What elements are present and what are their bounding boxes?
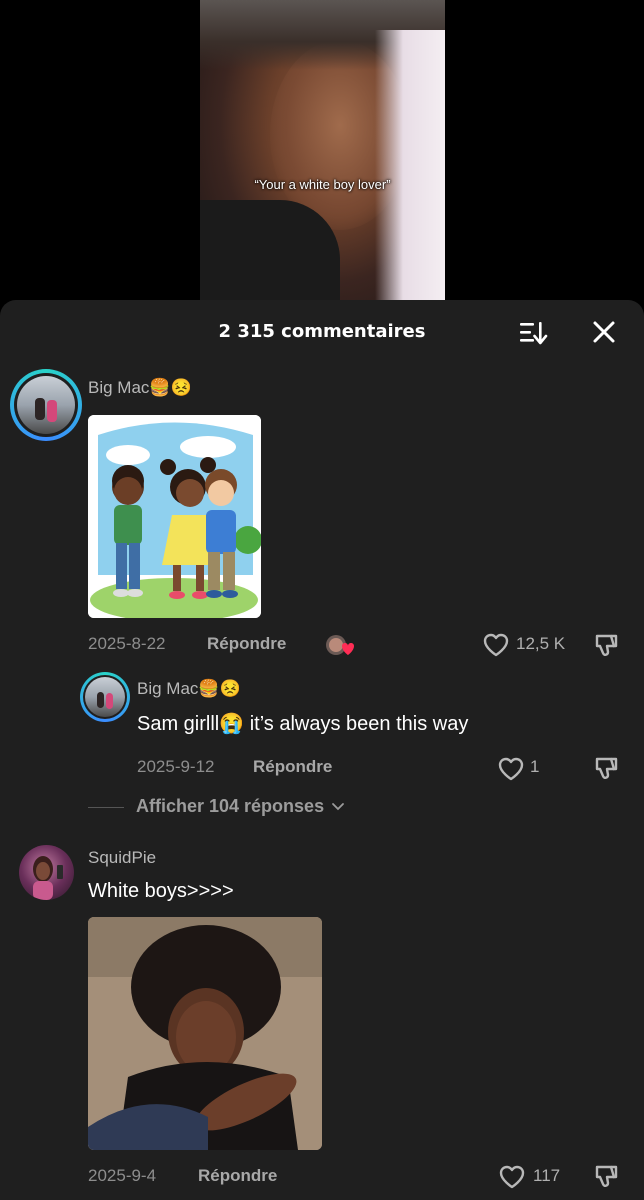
divider-line xyxy=(88,807,124,808)
video-shirt xyxy=(200,200,340,310)
reply-text-after: it’s always been this way xyxy=(244,713,469,735)
reply-text-emoji: 😭 xyxy=(219,713,245,735)
comment-username[interactable]: Big Mac🍔😣 xyxy=(88,378,192,398)
reply-reply-button[interactable]: Répondre xyxy=(253,757,332,777)
video-preview[interactable]: “Your a white boy lover” xyxy=(200,0,445,310)
reply-text-before: Sam girlll xyxy=(137,713,220,735)
reply-button[interactable]: Répondre xyxy=(207,634,286,654)
comment2-date: 2025-9-4 xyxy=(88,1166,157,1185)
selfie-photo xyxy=(88,917,322,1150)
show-more-replies-text: Afficher 104 réponses xyxy=(136,796,325,816)
avatar-big-mac[interactable] xyxy=(10,369,82,441)
comment2-username[interactable]: SquidPie xyxy=(88,848,156,868)
comment2-dislike-icon[interactable] xyxy=(592,1163,620,1191)
username-emojis: 🍔😣 xyxy=(149,378,192,397)
video-pillow xyxy=(375,30,445,310)
comment2-text: White boys>>>> xyxy=(88,880,234,902)
reply-like-heart-icon[interactable] xyxy=(497,756,525,782)
avatar-squidpie[interactable] xyxy=(19,845,74,900)
comment2-like-heart-icon[interactable] xyxy=(498,1164,526,1190)
cartoon-illustration xyxy=(88,415,261,618)
comment-image-cartoon[interactable] xyxy=(88,415,261,618)
comment2-like-count: 117 xyxy=(533,1166,561,1185)
dislike-icon[interactable] xyxy=(592,632,620,660)
reply-date: 2025-9-12 xyxy=(137,757,215,776)
like-heart-icon[interactable] xyxy=(482,632,510,658)
comment2-reply-button[interactable]: Répondre xyxy=(198,1166,277,1186)
reply-text: Sam girlll😭 it’s always been this way xyxy=(137,711,468,736)
comment-image-photo[interactable] xyxy=(88,917,322,1150)
sort-icon[interactable] xyxy=(518,319,550,347)
close-icon[interactable] xyxy=(590,318,618,346)
creator-liked-heart-icon xyxy=(325,633,355,659)
reply-username[interactable]: Big Mac🍔😣 xyxy=(137,679,241,699)
reply-dislike-icon[interactable] xyxy=(592,755,620,783)
reply-username-emojis: 🍔😣 xyxy=(198,679,241,698)
avatar-reply-big-mac[interactable] xyxy=(80,672,130,722)
comment-date: 2025-8-22 xyxy=(88,634,166,653)
video-caption: “Your a white boy lover” xyxy=(254,177,391,192)
reply-like-count: 1 xyxy=(530,757,540,776)
reply-username-text: Big Mac xyxy=(137,679,199,698)
username-text: Big Mac xyxy=(88,378,150,397)
chevron-down-icon xyxy=(332,803,344,811)
like-count: 12,5 K xyxy=(516,634,566,653)
show-more-replies-label: Afficher 104 réponses xyxy=(136,796,345,817)
